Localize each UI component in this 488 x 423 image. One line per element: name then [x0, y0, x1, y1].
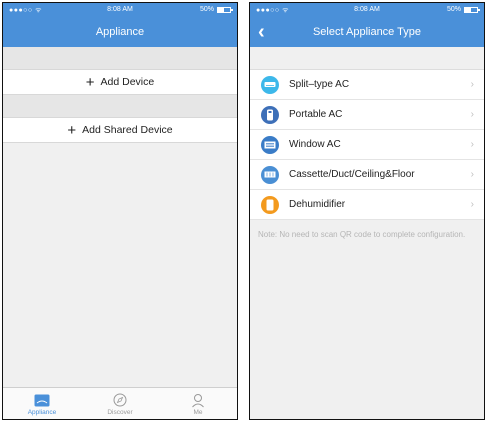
appliance-icon	[34, 392, 50, 408]
chevron-right-icon: ›	[470, 79, 474, 90]
item-label: Split–type AC	[289, 79, 350, 90]
add-shared-device-label: Add Shared Device	[82, 124, 173, 136]
tab-appliance[interactable]: Appliance	[3, 388, 81, 419]
battery-fill	[218, 7, 224, 12]
portable-ac-icon	[261, 105, 279, 124]
battery-icon	[464, 6, 480, 13]
select-appliance-type-screen: ●●●○○ ᯤ 8:08 AM 50% ‹ Select Appliance T…	[249, 2, 485, 420]
item-label: Window AC	[289, 139, 341, 150]
tab-label: Discover	[107, 409, 133, 416]
compass-icon	[113, 392, 127, 408]
status-bar: ●●●○○ ᯤ 8:08 AM 50%	[3, 3, 237, 17]
list-item-portable-ac[interactable]: Portable AC ›	[250, 100, 484, 130]
cassette-ac-icon	[261, 165, 279, 184]
item-label: Cassette/Duct/Ceiling&Floor	[289, 169, 415, 180]
battery-percent: 50%	[199, 6, 214, 13]
list-item-window-ac[interactable]: Window AC ›	[250, 130, 484, 160]
item-label: Dehumidifier	[289, 199, 346, 210]
tab-label: Me	[193, 409, 203, 416]
header: ●●●○○ ᯤ 8:08 AM 50% ‹ Select Appliance T…	[250, 3, 484, 47]
add-shared-device-button[interactable]: + Add Shared Device	[3, 117, 237, 143]
spacer	[3, 95, 237, 117]
chevron-right-icon: ›	[470, 199, 474, 210]
add-device-button[interactable]: + Add Device	[3, 69, 237, 95]
battery-fill	[465, 7, 471, 12]
dehumidifier-icon	[261, 195, 279, 214]
chevron-right-icon: ›	[470, 169, 474, 180]
split-ac-icon	[261, 75, 279, 94]
person-icon	[191, 392, 205, 408]
tab-me[interactable]: Me	[159, 388, 237, 419]
tab-label: Appliance	[27, 409, 57, 416]
appliance-type-list: Split–type AC › Portable AC › Window AC …	[250, 69, 484, 220]
status-bar: ●●●○○ ᯤ 8:08 AM 50%	[250, 3, 484, 17]
chevron-right-icon: ›	[470, 139, 474, 150]
list-item-dehumidifier[interactable]: Dehumidifier ›	[250, 190, 484, 220]
tab-bar: Appliance Discover Me	[3, 387, 237, 419]
list-item-split-ac[interactable]: Split–type AC ›	[250, 70, 484, 100]
page-title: Appliance	[95, 26, 145, 38]
list-item-cassette-ac[interactable]: Cassette/Duct/Ceiling&Floor ›	[250, 160, 484, 190]
chevron-right-icon: ›	[470, 109, 474, 120]
battery-icon	[217, 6, 233, 13]
battery-indicator: 50%	[199, 6, 233, 13]
appliance-screen: ●●●○○ ᯤ 8:08 AM 50% Appliance + Add Devi…	[2, 2, 238, 420]
tab-discover[interactable]: Discover	[81, 388, 159, 419]
page-title: Select Appliance Type	[312, 26, 422, 38]
header: ●●●○○ ᯤ 8:08 AM 50% Appliance	[3, 3, 237, 47]
plus-icon: +	[67, 121, 77, 139]
battery-indicator: 50%	[446, 6, 480, 13]
item-label: Portable AC	[289, 109, 343, 120]
window-ac-icon	[261, 135, 279, 154]
plus-icon: +	[85, 73, 95, 91]
config-note: Note: No need to scan QR code to complet…	[258, 230, 466, 239]
spacer	[3, 47, 237, 69]
battery-percent: 50%	[446, 6, 461, 13]
add-device-label: Add Device	[100, 76, 155, 88]
